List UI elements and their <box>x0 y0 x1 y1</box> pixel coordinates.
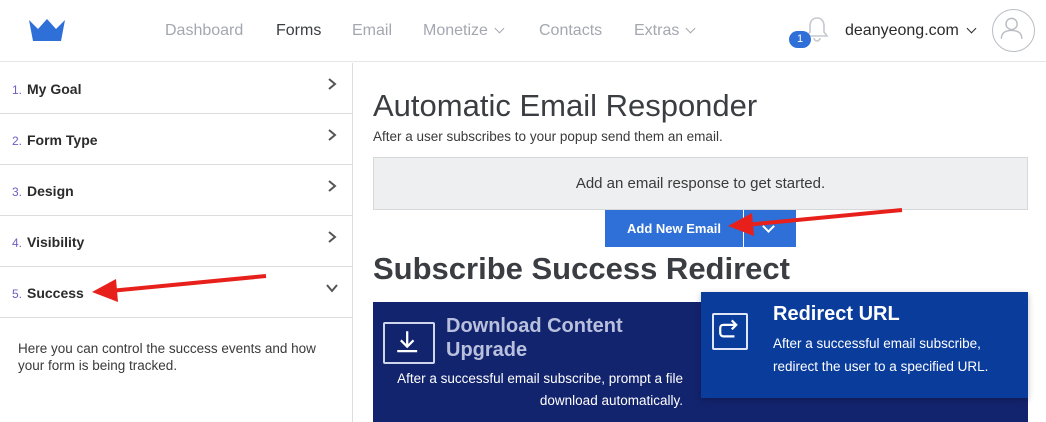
download-icon <box>383 322 435 364</box>
step-visibility[interactable]: 4. Visibility <box>0 216 352 267</box>
step-design[interactable]: 3. Design <box>0 165 352 216</box>
success-step-description: Here you can control the success events … <box>18 341 316 373</box>
add-email-dropdown-button[interactable] <box>744 210 796 247</box>
redirect-card-title: Redirect URL <box>773 303 900 325</box>
download-card-description: After a successful email subscribe, prom… <box>397 371 683 408</box>
step-number: 4. <box>12 236 23 250</box>
step-number: 2. <box>12 134 23 148</box>
nav-dashboard[interactable]: Dashboard <box>165 22 243 40</box>
chevron-right-icon <box>328 129 337 141</box>
user-avatar[interactable] <box>992 9 1035 52</box>
chevron-right-icon <box>328 78 337 90</box>
setup-steps-sidebar: 1. My Goal 2. Form Type 3. Design 4. Vis… <box>0 63 353 422</box>
chevron-down-icon <box>762 220 775 233</box>
step-label: Success <box>27 285 84 301</box>
nav-contacts[interactable]: Contacts <box>539 22 602 40</box>
nav-monetize[interactable]: Monetize <box>423 22 505 40</box>
top-navigation-bar: Dashboard Forms Email Monetize Contacts … <box>0 0 1046 62</box>
email-responder-title: Automatic Email Responder <box>373 88 758 123</box>
email-responder-subtitle: After a user subscribes to your popup se… <box>373 129 723 144</box>
step-number: 1. <box>12 83 23 97</box>
step-my-goal[interactable]: 1. My Goal <box>0 63 352 114</box>
step-success[interactable]: 5. Success <box>0 267 352 318</box>
chevron-down-icon <box>685 23 696 34</box>
chevron-down-icon <box>966 23 977 34</box>
redirect-arrow-icon <box>712 313 748 350</box>
step-form-type[interactable]: 2. Form Type <box>0 114 352 165</box>
notification-badge[interactable]: 1 <box>789 31 811 48</box>
step-number: 5. <box>12 287 23 301</box>
crown-logo-icon[interactable] <box>28 17 66 43</box>
chevron-right-icon <box>328 231 337 243</box>
user-avatar-icon <box>1000 17 1023 39</box>
step-label: Design <box>27 183 74 199</box>
download-card-title: Download Content Upgrade <box>446 315 623 361</box>
nav-extras[interactable]: Extras <box>634 22 696 40</box>
chevron-down-icon <box>326 284 338 293</box>
add-new-email-button[interactable]: Add New Email <box>605 210 743 247</box>
account-menu[interactable]: deanyeong.com <box>845 22 977 40</box>
redirect-url-card[interactable]: Redirect URL After a successful email su… <box>701 292 1028 398</box>
step-number: 3. <box>12 185 23 199</box>
chevron-down-icon <box>494 23 505 34</box>
nav-forms[interactable]: Forms <box>276 22 321 40</box>
step-label: My Goal <box>27 81 82 97</box>
success-redirect-title: Subscribe Success Redirect <box>373 251 790 286</box>
email-response-empty-state: Add an email response to get started. <box>373 157 1028 210</box>
step-label: Form Type <box>27 132 98 148</box>
main-content: Automatic Email Responder After a user s… <box>354 63 1046 422</box>
chevron-right-icon <box>328 180 337 192</box>
redirect-card-description: After a successful email subscribe, redi… <box>773 336 989 374</box>
nav-email[interactable]: Email <box>352 22 392 40</box>
step-label: Visibility <box>27 234 85 250</box>
